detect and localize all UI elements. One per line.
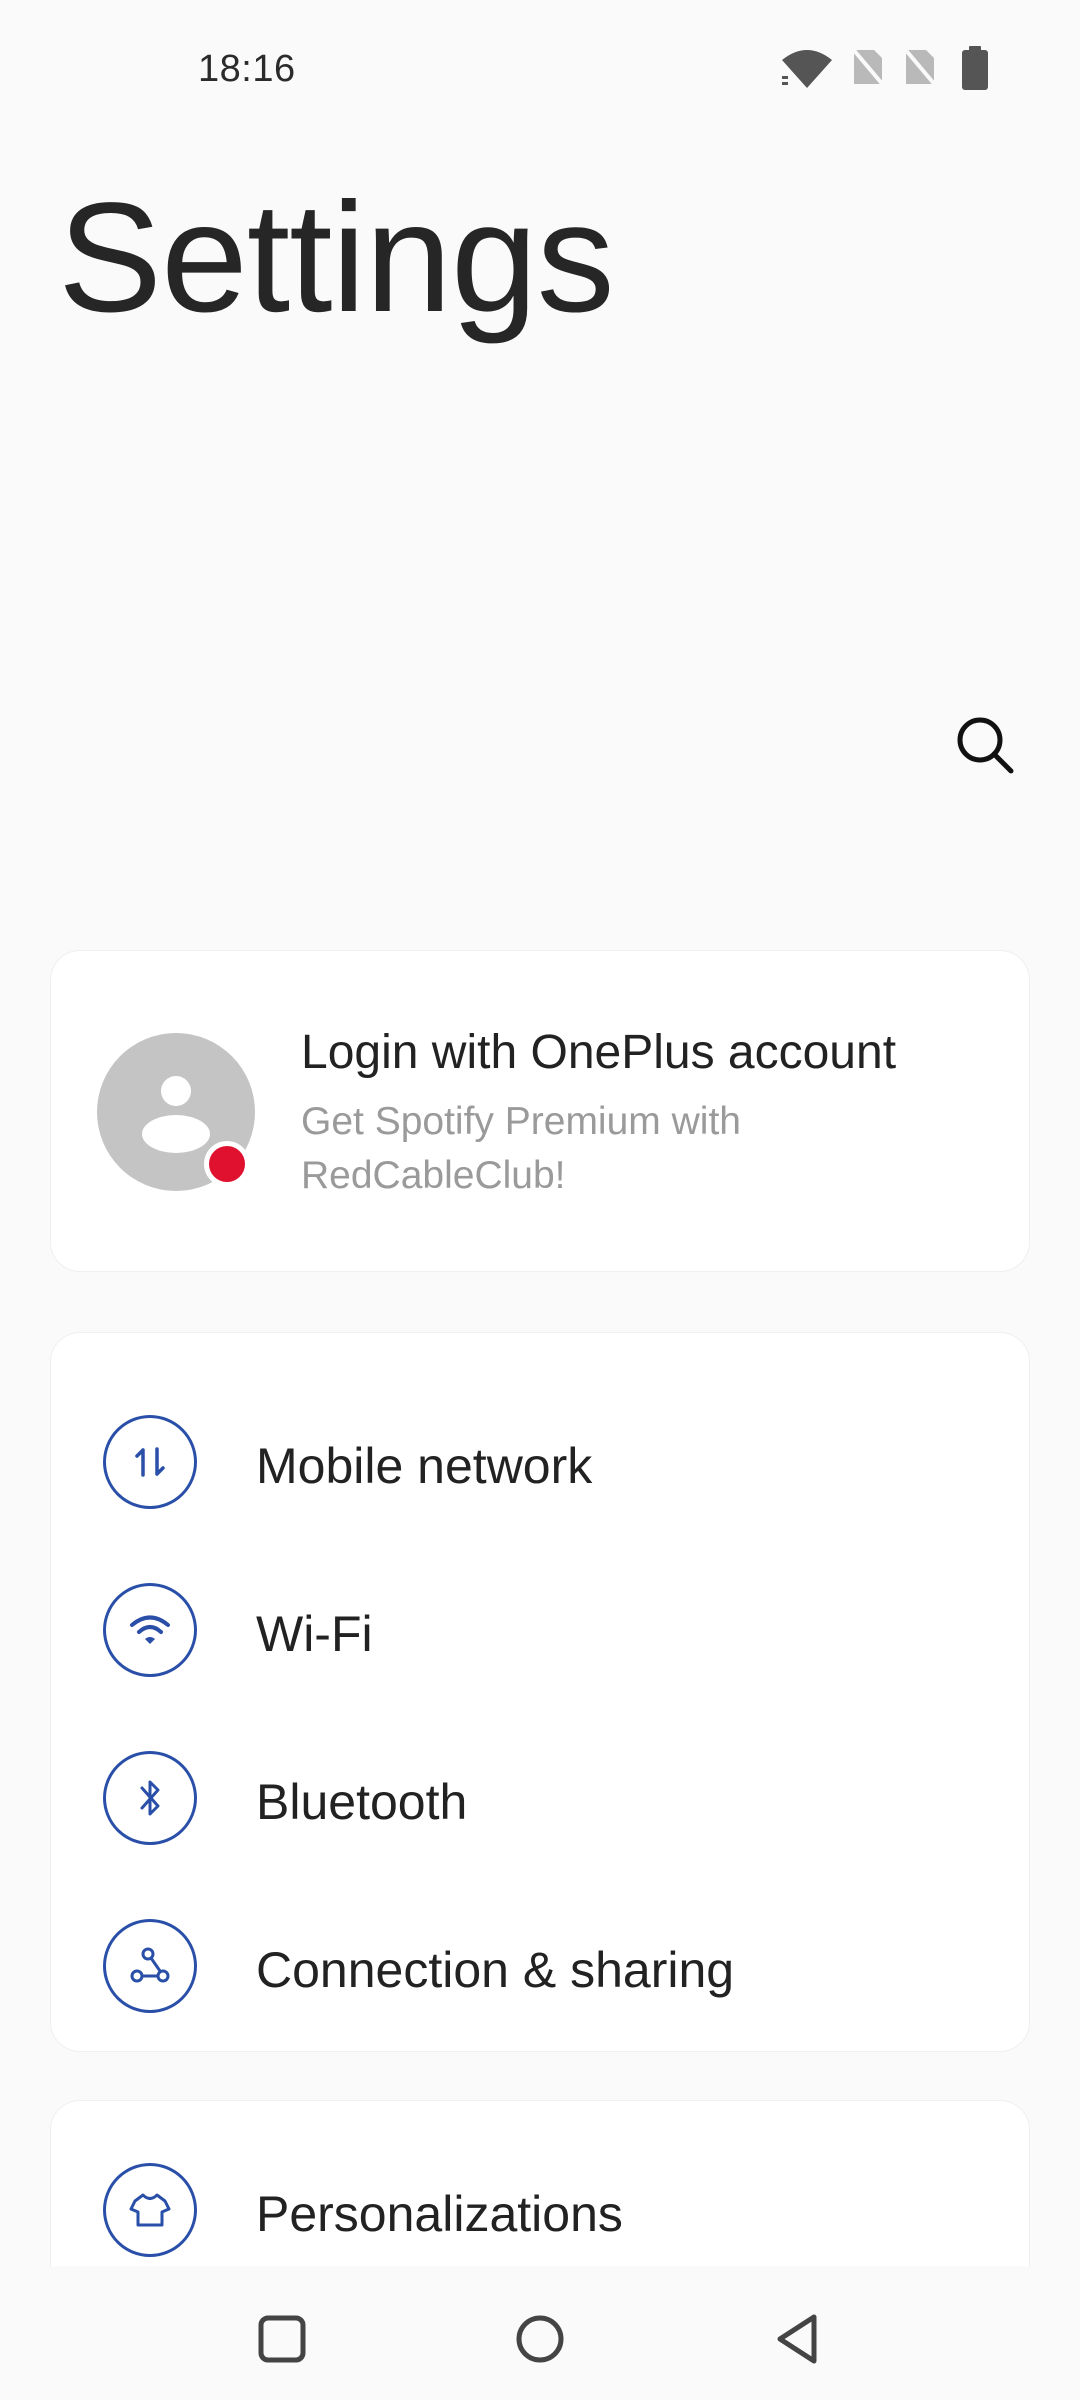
status-time: 18:16 bbox=[198, 48, 296, 90]
status-bar: 18:16 bbox=[0, 0, 1080, 140]
settings-item-label: Mobile network bbox=[256, 1438, 593, 1494]
mobile-data-icon bbox=[103, 1415, 197, 1509]
search-button[interactable] bbox=[950, 710, 1020, 780]
account-card[interactable]: Login with OnePlus account Get Spotify P… bbox=[50, 950, 1030, 1272]
settings-item-personalizations[interactable]: Personalizations bbox=[51, 2141, 1031, 2281]
home-button[interactable] bbox=[505, 2304, 575, 2374]
settings-item-mobile-network[interactable]: Mobile network bbox=[51, 1393, 1031, 1533]
home-icon bbox=[516, 2315, 564, 2363]
settings-item-label: Wi-Fi bbox=[256, 1606, 373, 1662]
back-icon bbox=[777, 2314, 817, 2364]
no-sim-icon bbox=[850, 46, 886, 88]
status-icons bbox=[780, 46, 1080, 96]
wifi-icon bbox=[103, 1583, 197, 1677]
recents-button[interactable] bbox=[247, 2304, 317, 2374]
network-settings-card: Mobile network Wi-Fi Bluetooth Connectio… bbox=[50, 1332, 1030, 2052]
page-title: Settings bbox=[58, 171, 615, 345]
tshirt-icon bbox=[103, 2163, 197, 2257]
wifi-icon bbox=[782, 50, 832, 88]
back-button[interactable] bbox=[763, 2304, 833, 2374]
settings-item-label: Bluetooth bbox=[256, 1774, 468, 1830]
bluetooth-icon bbox=[103, 1751, 197, 1845]
account-subtitle: Get Spotify Premium with RedCableClub! bbox=[301, 1100, 741, 1197]
navigation-bar bbox=[0, 2266, 1080, 2400]
settings-item-connection-sharing[interactable]: Connection & sharing bbox=[51, 1897, 1031, 2037]
no-sim-icon bbox=[902, 46, 938, 88]
recents-icon bbox=[258, 2315, 306, 2363]
account-title: Login with OnePlus account bbox=[301, 1026, 897, 1079]
notification-badge bbox=[204, 1141, 250, 1187]
settings-item-wifi[interactable]: Wi-Fi bbox=[51, 1561, 1031, 1701]
search-icon bbox=[957, 717, 1014, 774]
battery-icon bbox=[962, 46, 988, 90]
settings-item-label: Connection & sharing bbox=[256, 1942, 735, 1998]
settings-item-label: Personalizations bbox=[256, 2186, 623, 2242]
share-icon bbox=[103, 1919, 197, 2013]
settings-item-bluetooth[interactable]: Bluetooth bbox=[51, 1729, 1031, 1869]
settings-screen: 18:16 Settings Login with OnePlus accoun… bbox=[0, 0, 1080, 2400]
